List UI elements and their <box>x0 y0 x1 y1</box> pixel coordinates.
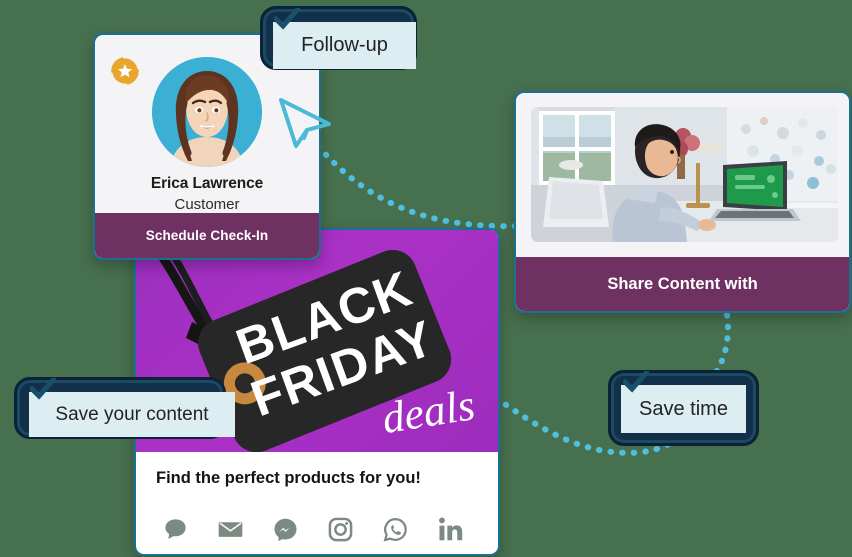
schedule-check-in-label: Schedule Check-In <box>145 228 269 243</box>
badge-save-time[interactable]: Save time <box>608 370 759 446</box>
woman-at-laptop-photo <box>531 107 838 242</box>
badge-follow-up[interactable]: Follow-up <box>260 6 417 70</box>
messenger-icon[interactable] <box>272 516 299 543</box>
checkmark-icon <box>274 8 300 30</box>
woman-at-laptop-photo-icon <box>531 107 838 242</box>
schedule-check-in-button[interactable]: Schedule Check-In <box>95 213 319 258</box>
instagram-icon[interactable] <box>327 516 354 543</box>
connector-profile-to-share <box>315 143 519 230</box>
post-caption-text: Find the perfect products for you! <box>156 468 421 487</box>
badge-save-your-content[interactable]: Save your content <box>14 377 235 439</box>
checkmark-icon <box>30 378 56 400</box>
linkedin-icon[interactable] <box>437 516 464 543</box>
share-content-button[interactable]: Share Content with <box>516 257 849 311</box>
profile-role: Customer <box>174 196 240 213</box>
badge-save-your-content-label: Save your content <box>29 392 235 437</box>
whatsapp-icon[interactable] <box>382 516 409 543</box>
sms-chat-icon[interactable] <box>162 516 189 543</box>
post-caption: Find the perfect products for you! <box>136 452 498 504</box>
email-icon[interactable] <box>217 516 244 543</box>
profile-name: Erica Lawrence <box>150 175 264 192</box>
send-cursor-icon <box>279 98 331 148</box>
checkmark-icon <box>623 371 649 393</box>
share-content-label: Share Content with <box>607 274 758 293</box>
illustration-stage: Erica Lawrence Customer Schedule Check-I… <box>0 0 852 557</box>
avatar <box>152 57 262 167</box>
avatar-portrait-icon <box>152 57 262 167</box>
social-share-bar <box>136 504 498 554</box>
share-content-card[interactable]: Share Content with <box>514 91 851 313</box>
star-badge-icon <box>111 57 139 85</box>
